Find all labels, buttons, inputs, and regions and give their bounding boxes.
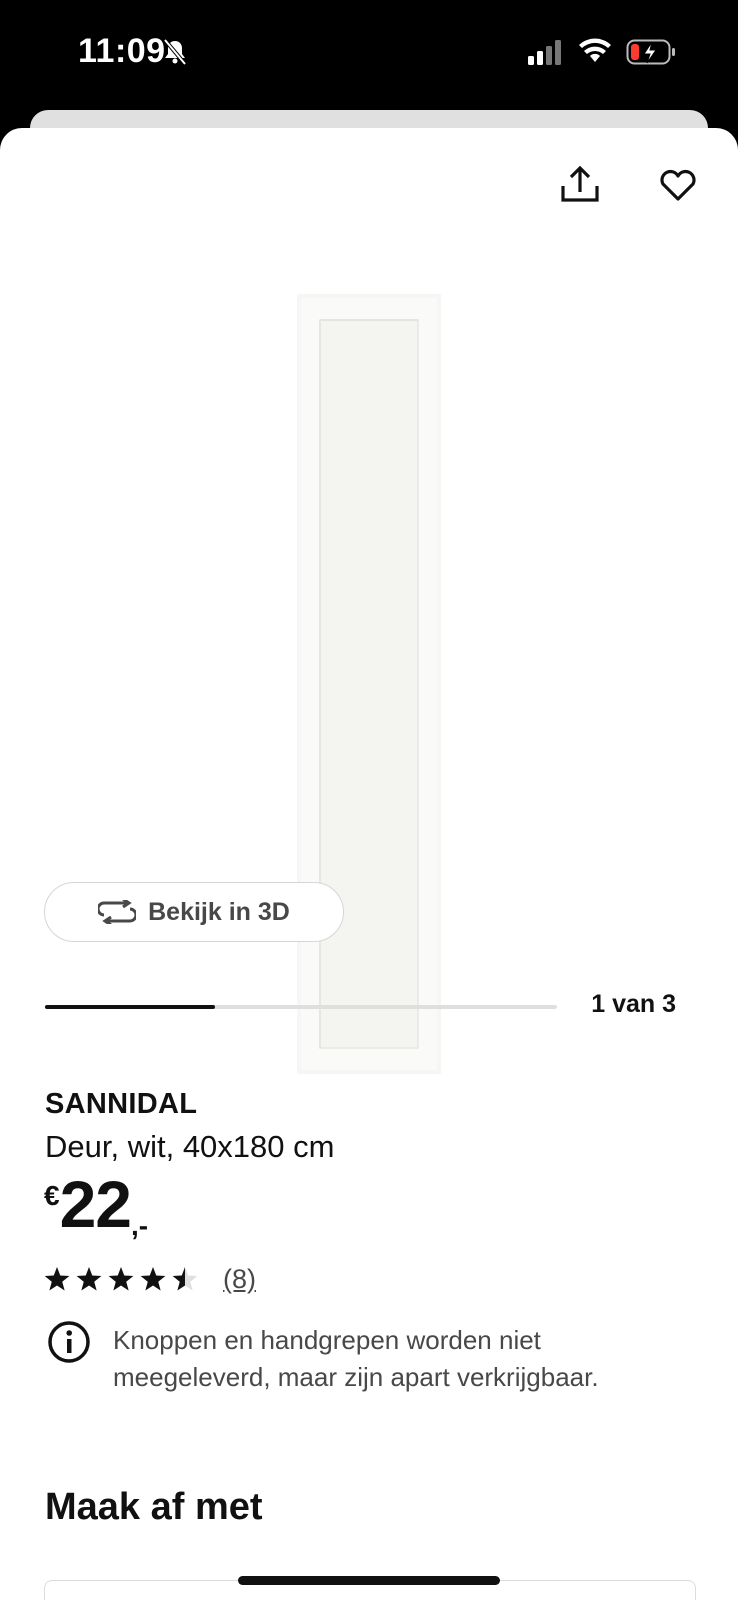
info-icon bbox=[48, 1321, 90, 1363]
star-filled bbox=[76, 1266, 102, 1291]
favorite-button[interactable] bbox=[656, 162, 700, 206]
product-image[interactable] bbox=[297, 294, 441, 1074]
rating-count[interactable]: (8) bbox=[223, 1264, 256, 1295]
star-filled bbox=[140, 1266, 166, 1291]
wifi-icon bbox=[578, 38, 612, 69]
price-value: 22 bbox=[59, 1167, 132, 1241]
price-suffix: ,- bbox=[131, 1210, 149, 1241]
status-bar: 11:09 bbox=[0, 0, 738, 110]
share-icon bbox=[561, 165, 599, 202]
price-currency: € bbox=[44, 1180, 60, 1211]
section-title: Maak af met bbox=[45, 1486, 263, 1528]
rating-stars bbox=[45, 1266, 198, 1291]
product-description: Deur, wit, 40x180 cm bbox=[45, 1129, 335, 1164]
info-note-text: Knoppen en handgrepen worden niet meegel… bbox=[113, 1325, 599, 1392]
view-3d-label: Bekijk in 3D bbox=[148, 897, 290, 926]
rotate-3d-icon bbox=[98, 900, 137, 924]
share-button[interactable] bbox=[558, 162, 602, 206]
info-note: Knoppen en handgrepen worden niet meegel… bbox=[45, 1318, 695, 1396]
product-name: SANNIDAL bbox=[45, 1088, 198, 1120]
bell-muted-icon bbox=[162, 38, 188, 71]
view-3d-button[interactable]: Bekijk in 3D bbox=[44, 882, 344, 942]
image-counter: 1 van 3 bbox=[591, 990, 676, 1018]
product-price: € 22 ,- bbox=[44, 1167, 149, 1242]
signal-icon bbox=[528, 40, 564, 71]
star-filled bbox=[45, 1266, 70, 1291]
battery-charging-icon bbox=[626, 38, 676, 71]
carousel-progress-fill bbox=[45, 1005, 216, 1009]
image-carousel-progress bbox=[45, 1005, 557, 1009]
heart-icon bbox=[660, 169, 696, 201]
home-indicator[interactable] bbox=[238, 1576, 500, 1585]
product-sheet: Bekijk in 3D 1 van 3 SANNIDAL Deur, wit,… bbox=[0, 128, 738, 1600]
product-rating[interactable]: (8) bbox=[45, 1264, 256, 1295]
star-filled bbox=[108, 1266, 134, 1291]
status-time: 11:09 bbox=[78, 32, 166, 70]
